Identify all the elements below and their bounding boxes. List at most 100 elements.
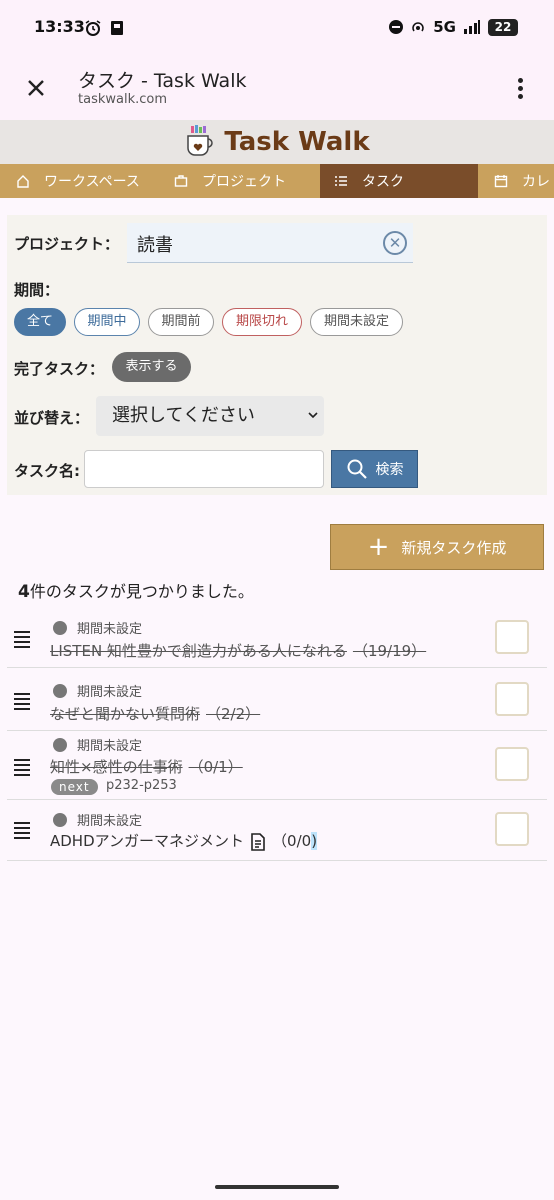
sort-select[interactable]: 選択してください [96,396,324,436]
completed-label: 完了タスク： [14,360,105,378]
status-bar: 13:33 5G 22 [0,0,554,56]
task-name[interactable]: LISTEN 知性豊かで創造力がある人になれる （19/19） [50,640,426,661]
clear-icon[interactable]: ✕ [383,231,407,255]
task-title: LISTEN 知性豊かで創造力がある人になれる [50,642,347,660]
project-label: プロジェクト： [14,235,120,253]
task-checkbox[interactable] [495,747,529,781]
brand-name[interactable]: Task Walk [224,127,369,157]
drag-handle-icon[interactable] [14,693,30,713]
task-title: 知性×感性の仕事術 [50,758,183,776]
briefcase-icon [174,175,188,187]
nav-item-project[interactable]: プロジェクト [160,164,320,198]
task-period-label: 期間未設定 [77,685,143,700]
sort-select-value: 選択してください [112,405,255,426]
taskname-input[interactable] [84,450,324,488]
logo-icon[interactable] [184,124,214,160]
gesture-bar[interactable] [215,1185,339,1189]
nav-item-calendar[interactable]: カレ [478,164,554,198]
period-chip-overdue[interactable]: 期限切れ [222,308,302,336]
task-row[interactable]: 期間未設定 なぜと聞かない質問術 （2/2） [7,668,547,731]
task-period: 期間未設定 [53,735,142,754]
status-right: 5G 22 [389,18,518,36]
search-icon [347,459,367,479]
list-icon [335,176,347,186]
task-name[interactable]: なぜと聞かない質問術 （2/2） [50,703,260,724]
status-dot-icon [53,812,67,827]
nav-item-task[interactable]: タスク [320,164,478,198]
nav-item-label: タスク [362,174,404,190]
notification-icon [111,21,123,35]
project-field[interactable]: 読書 ✕ [127,223,413,263]
task-progress: （0/1） [188,758,243,776]
result-count-number: 4 [18,582,30,602]
task-period: 期間未設定 [53,618,142,637]
task-period-label: 期間未設定 [77,739,143,754]
dnd-icon [389,20,404,34]
show-completed-button[interactable]: 表示する [112,352,191,382]
nav-item-label: カレ [522,174,550,190]
battery-icon: 22 [488,18,518,36]
close-icon[interactable] [22,74,50,102]
status-time: 13:33 [34,17,85,36]
result-count-text: 件のタスクが見つかりました。 [29,582,254,601]
task-row[interactable]: 期間未設定 LISTEN 知性豊かで創造力がある人になれる （19/19） [7,606,547,668]
task-pages: p232-p253 [106,778,177,793]
browser-toolbar: タスク - Task Walk taskwalk.com [0,56,554,120]
status-dot-icon [53,620,67,635]
task-title: なぜと聞かない質問術 [50,705,201,723]
chevron-down-icon [308,412,318,419]
taskname-label: タスク名: [14,462,80,480]
task-period: 期間未設定 [53,681,142,700]
status-dot-icon [53,683,67,698]
document-icon[interactable] [250,832,266,851]
next-badge: next [51,779,98,795]
drag-handle-icon[interactable] [14,822,30,842]
main-nav: ワークスペース プロジェクト タスク カレ [0,164,554,198]
drag-handle-icon[interactable] [14,759,30,779]
task-checkbox[interactable] [495,812,529,846]
browser-url: taskwalk.com [78,92,168,107]
task-period-label: 期間未設定 [77,814,143,829]
browser-page-title: タスク - Task Walk [78,70,247,92]
new-task-label: 新規タスク作成 [401,538,507,557]
task-progress: （0/0 [272,832,312,850]
drag-handle-icon[interactable] [14,631,30,651]
more-options-icon[interactable] [516,78,524,100]
task-checkbox[interactable] [495,620,529,654]
signal-icon [464,20,480,34]
task-progress: （2/2） [206,705,261,723]
calendar-icon [494,175,508,188]
task-row[interactable]: 期間未設定 ADHDアンガーマネジメント （0/0) [7,800,547,861]
home-icon [17,175,29,188]
task-name[interactable]: 知性×感性の仕事術 （0/1） [50,756,243,777]
task-name[interactable]: ADHDアンガーマネジメント （0/0) [50,830,318,851]
search-button-label: 検索 [375,462,404,478]
alarm-icon [85,20,101,36]
period-chip-active[interactable]: 期間中 [74,308,140,336]
nav-item-label: ワークスペース [44,174,140,190]
task-progress: （19/19） [352,642,427,660]
task-period: 期間未設定 [53,810,142,829]
task-checkbox[interactable] [495,682,529,716]
project-value: 読書 [137,235,173,256]
search-panel: プロジェクト： 読書 ✕ 期間： 全て 期間中 期間前 期限切れ 期間未設定 完… [7,215,547,495]
period-chip-unset[interactable]: 期間未設定 [310,308,403,336]
result-count: 4件のタスクが見つかりました。 [18,578,254,602]
task-title: ADHDアンガーマネジメント [50,832,245,850]
period-label: 期間： [14,281,60,299]
status-dot-icon [53,737,67,752]
task-row[interactable]: 期間未設定 知性×感性の仕事術 （0/1） next p232-p253 [7,731,547,800]
nav-item-label: プロジェクト [202,174,286,190]
period-chip-all[interactable]: 全て [14,308,66,336]
new-task-button[interactable]: + 新規タスク作成 [330,524,544,570]
hotspot-icon [412,22,425,32]
search-button[interactable]: 検索 [331,450,418,488]
nav-item-workspace[interactable]: ワークスペース [0,164,160,198]
task-period-label: 期間未設定 [77,622,143,637]
sort-label: 並び替え： [14,409,90,427]
network-label: 5G [433,18,456,36]
plus-icon: + [367,532,390,562]
task-progress-end: ) [311,832,318,850]
period-chip-before[interactable]: 期間前 [148,308,214,336]
site-header: Task Walk [0,120,554,164]
